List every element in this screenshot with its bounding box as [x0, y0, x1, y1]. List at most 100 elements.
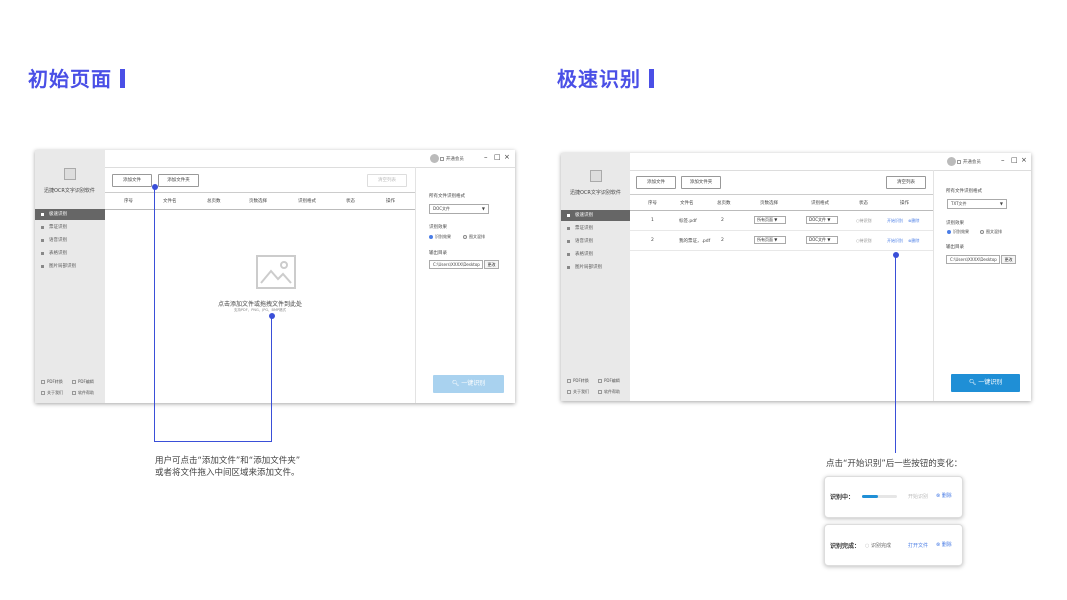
format-label: 所有文件识别格式 [946, 189, 982, 194]
footer-help[interactable]: 软件帮助 [598, 389, 620, 395]
delete-link[interactable]: ⊗删除 [908, 218, 919, 224]
delete-label: 删除 [941, 542, 952, 548]
col-pages: 总页数 [207, 199, 221, 204]
nav-icon [41, 213, 44, 216]
nav-label: 表格识别 [575, 252, 593, 257]
start-ocr-link[interactable]: 开始识别 [887, 218, 903, 224]
output-path-field[interactable]: C:\Users\XXXX\Desktop [946, 255, 1000, 264]
maximize-icon[interactable]: □ [1011, 156, 1018, 164]
footer-pdf-edit[interactable]: PDF编辑 [598, 378, 620, 384]
add-folder-button[interactable]: 添加文件夹 [158, 174, 199, 187]
add-file-button[interactable]: 添加文件 [112, 174, 152, 187]
effect-option-1[interactable]: 识别效果 [429, 234, 451, 240]
section-title-text: 初始页面 [28, 67, 112, 91]
footer-pdf-convert[interactable]: PDF转换 [41, 379, 63, 385]
footer-about[interactable]: 关于我们 [567, 389, 589, 395]
effect-option-1[interactable]: 识别效果 [947, 229, 969, 235]
app-name: 迅捷OCR文字识别软件 [570, 190, 621, 196]
chevron-down-icon: ▼ [774, 237, 778, 242]
radio-label: 图文混排 [986, 229, 1002, 234]
page-select-dropdown[interactable]: 所有页面 ▼ [754, 236, 786, 244]
sidebar-item-fast-ocr[interactable]: 极速识别 [35, 209, 105, 220]
footer-label: 软件帮助 [78, 390, 94, 395]
sidebar-item-table[interactable]: 表格识别 [561, 249, 630, 260]
open-file-link[interactable]: 打开文件 [908, 542, 928, 549]
start-ocr-disabled[interactable]: 开始识别 [908, 493, 928, 500]
footer-pdf-convert[interactable]: PDF转换 [567, 378, 589, 384]
pdf-edit-icon [72, 380, 76, 384]
minimize-icon[interactable]: – [1001, 156, 1005, 164]
table-header-top [630, 194, 933, 195]
sidebar-item-table[interactable]: 表格识别 [35, 248, 105, 259]
connector-line [154, 441, 272, 442]
change-dir-button[interactable]: 更改 [484, 260, 499, 269]
connector-dot [152, 184, 158, 190]
col-filename: 文件名 [680, 201, 694, 206]
vip-label: 开通会员 [445, 157, 464, 162]
effect-option-2[interactable]: 图文混排 [980, 229, 1002, 235]
vip-area[interactable]: 开通会员 [430, 154, 464, 163]
about-icon [567, 390, 571, 394]
format-select[interactable]: DOC文件 ▼ [429, 204, 489, 214]
change-dir-button[interactable]: 更改 [1001, 255, 1016, 264]
maximize-icon[interactable]: □ [494, 153, 501, 161]
table-row[interactable]: 2 我的票证，.pdf 2 所有页面 ▼ DOC文件 ▼ ○待识别 开始识别 ⊗… [630, 231, 933, 250]
connector-line [895, 255, 896, 453]
nav-icon [41, 252, 44, 255]
sidebar: 迅捷OCR文字识别软件 极速识别 票证识别 语音识别 表格识别 图片局部识别 P… [561, 153, 630, 401]
radio-label: 图文混排 [469, 234, 485, 239]
nav-label: 语音识别 [575, 239, 593, 244]
section-title-text: 极速识别 [557, 67, 641, 91]
close-icon[interactable]: × [1021, 156, 1027, 164]
sidebar-item-fast-ocr[interactable]: 极速识别 [561, 210, 630, 221]
start-all-button[interactable]: 🔍︎ 一键识别 [951, 374, 1020, 392]
clear-list-button[interactable]: 清空列表 [367, 174, 407, 187]
footer-label: PDF编辑 [78, 379, 94, 384]
sidebar-item-voice[interactable]: 语音识别 [561, 236, 630, 247]
start-ocr-link[interactable]: 开始识别 [887, 238, 903, 244]
start-all-button[interactable]: 🔍︎ 一键识别 [433, 375, 504, 393]
delete-link[interactable]: ⊗ 删除 [936, 541, 952, 548]
add-folder-button[interactable]: 添加文件夹 [681, 176, 721, 189]
nav-icon [41, 239, 44, 242]
sidebar-item-ticket[interactable]: 票证识别 [35, 222, 105, 233]
delete-link[interactable]: ⊗ 删除 [936, 492, 952, 499]
page-select-dropdown[interactable]: 所有页面 ▼ [754, 216, 786, 224]
footer-help[interactable]: 软件帮助 [72, 390, 94, 396]
footer-about[interactable]: 关于我们 [41, 390, 63, 396]
clear-list-button[interactable]: 清空列表 [886, 176, 926, 189]
footer-pdf-edit[interactable]: PDF编辑 [72, 379, 94, 385]
sidebar-item-ticket[interactable]: 票证识别 [561, 223, 630, 234]
col-filename: 文件名 [163, 199, 177, 204]
app-window-fast: 迅捷OCR文字识别软件 极速识别 票证识别 语音识别 表格识别 图片局部识别 P… [561, 153, 1031, 401]
row-filename: 我的票证，.pdf [679, 239, 711, 244]
state-label: 识别完成： [830, 543, 861, 550]
sidebar-item-voice[interactable]: 语音识别 [35, 235, 105, 246]
delete-link[interactable]: ⊗删除 [908, 238, 919, 244]
table-row[interactable]: 1 标签.pdf 2 所有页面 ▼ DOC文件 ▼ ○待识别 开始识别 ⊗删除 [630, 211, 933, 230]
sidebar-item-partial[interactable]: 图片局部识别 [561, 262, 630, 273]
radio-label: 识别效果 [953, 229, 969, 234]
minimize-icon[interactable]: – [484, 153, 488, 161]
sidebar-item-partial[interactable]: 图片局部识别 [35, 261, 105, 272]
vip-area[interactable]: 开通会员 [947, 157, 981, 166]
close-icon[interactable]: × [504, 153, 510, 161]
done-status: ○ 识别完成 [865, 542, 891, 549]
format-dropdown[interactable]: DOC文件 ▼ [806, 216, 838, 224]
nav-icon [41, 265, 44, 268]
nav-label: 表格识别 [49, 251, 67, 256]
row-status: ○待识别 [856, 238, 872, 244]
effect-option-2[interactable]: 图文混排 [463, 234, 485, 240]
chevron-down-icon: ▼ [774, 217, 778, 222]
add-file-button[interactable]: 添加文件 [636, 176, 676, 189]
drop-hint: 点击添加文件或拖拽文件到此处 [217, 301, 302, 308]
avatar [430, 154, 439, 163]
nav-icon [567, 227, 570, 230]
output-path-field[interactable]: C:\Users\XXXX\Desktop [429, 260, 483, 269]
format-dropdown[interactable]: DOC文件 ▼ [806, 236, 838, 244]
drop-zone[interactable]: 点击添加文件或拖拽文件到此处 支持PDF、PNG、JPG、BMP格式 [105, 210, 415, 403]
status-text: 识别完成 [870, 543, 891, 549]
start-label: 一键识别 [978, 379, 1003, 386]
format-select[interactable]: TXT文件 ▼ [947, 199, 1007, 209]
row-divider [630, 250, 933, 251]
